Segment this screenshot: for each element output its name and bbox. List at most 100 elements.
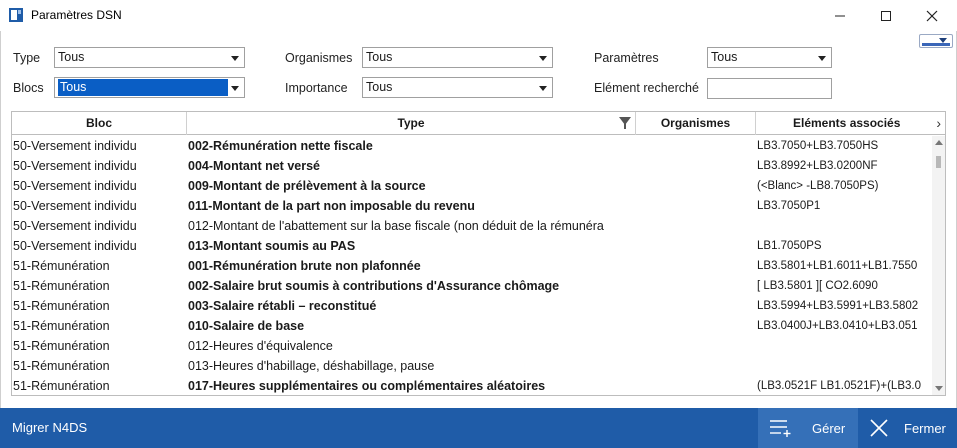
table-row[interactable]: 50-Versement individu 013-Montant soumis …: [12, 236, 932, 256]
table-row[interactable]: 51-Rémunération 003-Salaire rétabli – rec…: [12, 296, 932, 316]
column-header-organismes[interactable]: Organismes: [636, 112, 756, 135]
cell-type: 013-Montant soumis au PAS: [188, 236, 633, 256]
ribbon-dropdown-button[interactable]: [919, 34, 953, 48]
cell-elements: [ LB3.5801 ][ CO2.6090: [757, 280, 878, 292]
gerer-label: Gérer: [812, 420, 846, 436]
manage-list-icon: [770, 420, 791, 437]
cell-type: 002-Rémunération nette fiscale: [188, 136, 633, 156]
footer-bar: Migrer N4DS Gérer Fermer: [0, 408, 957, 448]
cell-type: 017-Heures supplémentaires ou complément…: [188, 376, 633, 395]
cell-type-code: 009: [188, 179, 209, 193]
cell-elements: LB1.7050PS: [757, 240, 822, 252]
type-select[interactable]: Tous: [54, 47, 245, 68]
cell-type-label: -Heures d'équivalence: [208, 339, 333, 353]
chevron-down-icon: [539, 56, 547, 61]
column-header-bloc[interactable]: Bloc: [12, 112, 187, 135]
table-row[interactable]: 50-Versement individu 004-Montant net ver…: [12, 156, 932, 176]
cell-type-code: 013: [188, 239, 209, 253]
cell-bloc: 50-Versement individu: [13, 179, 137, 193]
cell-type: 003-Salaire rétabli – reconstitué: [188, 296, 633, 316]
table-row[interactable]: 51-Rémunération 017-Heures supplémentaire…: [12, 376, 932, 395]
importance-select[interactable]: Tous: [362, 77, 553, 98]
minimize-icon: [835, 15, 845, 16]
column-header-type[interactable]: Type: [187, 112, 636, 135]
cell-type-label: -Heures supplémentaires ou complémentair…: [208, 379, 546, 393]
cell-type-code: 003: [188, 299, 209, 313]
table-row[interactable]: 51-Rémunération 010-Salaire de base LB3.04…: [12, 316, 932, 336]
importance-select-value: Tous: [366, 80, 393, 94]
column-header-elements[interactable]: Eléments associés ›: [756, 112, 945, 135]
scroll-down-icon[interactable]: [935, 386, 943, 391]
vertical-scrollbar[interactable]: [932, 136, 945, 395]
chevron-right-icon[interactable]: ›: [936, 112, 941, 134]
window-title: Paramètres DSN: [31, 8, 122, 22]
scroll-thumb[interactable]: [936, 156, 941, 168]
cell-type-label: -Montant de la part non imposable du rev…: [208, 199, 475, 213]
cell-bloc: 50-Versement individu: [13, 139, 137, 153]
cell-bloc: 51-Rémunération: [13, 299, 110, 313]
cell-type: 002-Salaire brut soumis à contributions …: [188, 276, 633, 296]
maximize-button[interactable]: [863, 0, 909, 31]
table-row[interactable]: 51-Rémunération 013-Heures d'habillage, d…: [12, 356, 932, 376]
table-row[interactable]: 50-Versement individu 009-Montant de prél…: [12, 176, 932, 196]
table-row[interactable]: 51-Rémunération 001-Rémunération brute no…: [12, 256, 932, 276]
cell-type-code: 012: [188, 219, 209, 233]
table-row[interactable]: 50-Versement individu 002-Rémunération ne…: [12, 136, 932, 156]
cell-bloc: 51-Rémunération: [13, 379, 110, 393]
table-row[interactable]: 50-Versement individu 012-Montant de l'ab…: [12, 216, 932, 236]
organismes-select-value: Tous: [366, 50, 393, 64]
cell-type-label: -Rémunération brute non plafonnée: [208, 259, 421, 273]
table-row[interactable]: 51-Rémunération 012-Heures d'équivalence: [12, 336, 932, 356]
fermer-button[interactable]: Fermer: [858, 408, 957, 448]
table-row[interactable]: 50-Versement individu 011-Montant de la p…: [12, 196, 932, 216]
parametres-label: Paramètres: [594, 51, 659, 65]
cell-bloc: 50-Versement individu: [13, 159, 137, 173]
cell-bloc: 51-Rémunération: [13, 319, 110, 333]
organismes-select[interactable]: Tous: [362, 47, 553, 68]
close-window-button[interactable]: [909, 0, 955, 31]
organismes-label: Organismes: [285, 51, 353, 65]
cell-type-code: 013: [188, 359, 209, 373]
cell-bloc: 50-Versement individu: [13, 199, 137, 213]
grid-header: Bloc Type Organismes Eléments associés ›: [12, 112, 945, 135]
fermer-label: Fermer: [904, 420, 946, 436]
chevron-down-icon: [231, 56, 239, 61]
title-bar: Paramètres DSN: [0, 0, 957, 31]
cell-bloc: 51-Rémunération: [13, 339, 110, 353]
gerer-button[interactable]: Gérer: [758, 408, 858, 448]
cell-elements: LB3.7050P1: [757, 200, 821, 212]
importance-label: Importance: [285, 81, 348, 95]
migrer-n4ds-link[interactable]: Migrer N4DS: [12, 420, 87, 435]
parameters-grid: Bloc Type Organismes Eléments associés ›…: [11, 111, 946, 396]
blocs-select[interactable]: Tous: [54, 77, 245, 98]
blocs-select-value: Tous: [58, 79, 228, 96]
cell-type-label: -Montant net versé: [208, 159, 320, 173]
cell-type: 011-Montant de la part non imposable du …: [188, 196, 633, 216]
column-header-elements-label: Eléments associés: [793, 116, 901, 130]
cell-type-label: -Salaire de base: [208, 319, 305, 333]
cell-type-label: -Salaire rétabli – reconstitué: [208, 299, 377, 313]
cell-type-code: 004: [188, 159, 209, 173]
cell-elements: LB3.0400J+LB3.0410+LB3.051: [757, 320, 918, 332]
close-icon: [926, 10, 938, 21]
parametres-select[interactable]: Tous: [707, 47, 832, 68]
cell-type: 013-Heures d'habillage, déshabillage, pa…: [188, 356, 633, 376]
chevron-down-icon: [231, 86, 239, 91]
cell-bloc: 51-Rémunération: [13, 359, 110, 373]
cell-type: 010-Salaire de base: [188, 316, 633, 336]
scroll-up-icon[interactable]: [935, 140, 943, 145]
cell-type-label: -Montant de prélèvement à la source: [208, 179, 426, 193]
filter-icon[interactable]: [619, 117, 631, 129]
element-recherche-input[interactable]: [707, 78, 832, 99]
cell-type-code: 017: [188, 379, 209, 393]
grid-rows: 50-Versement individu 002-Rémunération ne…: [12, 136, 932, 395]
type-select-value: Tous: [58, 50, 85, 64]
cell-type-label: -Montant de l'abattement sur la base fis…: [208, 219, 604, 233]
cell-type-code: 002: [188, 279, 209, 293]
table-row[interactable]: 51-Rémunération 002-Salaire brut soumis à…: [12, 276, 932, 296]
cell-type: 004-Montant net versé: [188, 156, 633, 176]
cell-elements: LB3.8992+LB3.0200NF: [757, 160, 878, 172]
element-recherche-label: Elément recherché: [594, 81, 699, 95]
cell-type-code: 001: [188, 259, 209, 273]
minimize-button[interactable]: [817, 0, 863, 31]
